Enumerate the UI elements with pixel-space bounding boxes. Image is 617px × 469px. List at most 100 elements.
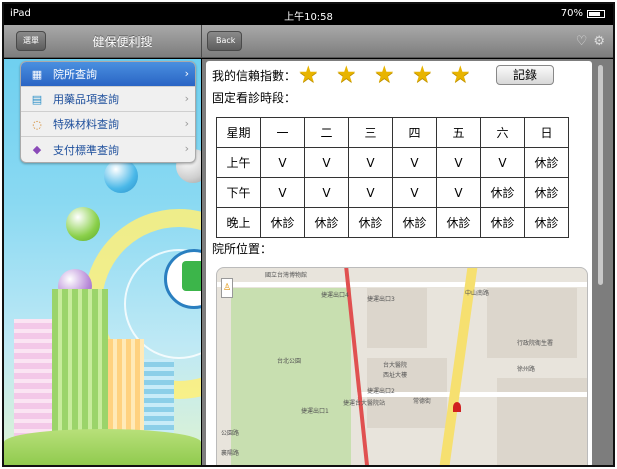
decorative-ball-green (66, 207, 100, 241)
schedule-cell: V (480, 147, 525, 178)
map-label: 中山南路 (465, 290, 490, 297)
schedule-cell: 上午 (216, 147, 261, 178)
schedule-cell: V (304, 147, 349, 178)
schedule-cell: V (436, 177, 481, 208)
building-illustration (108, 339, 144, 439)
schedule-header-cell: 二 (304, 117, 349, 148)
map-label: 襄陽路 (221, 450, 240, 457)
rating-label: 我的信賴指數： (212, 69, 297, 83)
battery-icon (587, 9, 605, 18)
back-button[interactable]: Back (207, 31, 243, 51)
scrollbar[interactable] (598, 65, 603, 285)
gear-icon[interactable]: ⚙ (593, 34, 605, 49)
schedule-cell: V (260, 177, 305, 208)
star-icon[interactable]: ★ (412, 63, 436, 87)
menu-item-payment-search[interactable]: ◆ 支付標準查詢 › (21, 137, 195, 162)
ipad-screen: iPad 上午10:58 70% 選單 健保便利搜 Back ♡ ⚙ ▦ 院所查… (2, 2, 615, 467)
schedule-header-cell: 日 (524, 117, 569, 148)
map-label: 台北公園 (277, 358, 302, 365)
building-illustration (14, 319, 54, 439)
schedule-cell: 休診 (348, 207, 393, 238)
schedule-cell: V (304, 177, 349, 208)
map-label: 常德街 (413, 398, 432, 405)
schedule-cell: V (436, 147, 481, 178)
map-label: 捷運出口3 (367, 296, 395, 303)
building-illustration (144, 359, 174, 439)
chevron-right-icon: › (184, 92, 189, 105)
map-block (487, 288, 577, 358)
schedule-cell: V (348, 147, 393, 178)
schedule-cell: 下午 (216, 177, 261, 208)
rating-stars[interactable]: ★ ★ ★ ★ ★ (298, 63, 474, 87)
schedule-row: 晚上 休診 休診 休診 休診 休診 休診 休診 (216, 207, 569, 238)
map-park-area (231, 288, 351, 465)
schedule-cell: 休診 (480, 207, 525, 238)
status-bar: iPad 上午10:58 70% (4, 4, 613, 25)
star-icon[interactable]: ★ (374, 63, 398, 87)
map-label: 行政院衛生署 (517, 340, 554, 347)
schedule-header-cell: 四 (392, 117, 437, 148)
battery-status: 70% (561, 8, 605, 19)
fixed-hours-label: 固定看診時段： (212, 91, 297, 105)
schedule-cell: 休診 (480, 177, 525, 208)
schedule-header-cell: 五 (436, 117, 481, 148)
heart-icon[interactable]: ♡ (576, 34, 588, 49)
record-button[interactable]: 記錄 (496, 65, 554, 85)
status-time: 上午10:58 (284, 12, 333, 23)
star-icon[interactable]: ★ (336, 63, 360, 87)
schedule-cell: 休診 (524, 207, 569, 238)
schedule-cell: 休診 (436, 207, 481, 238)
schedule-cell: 休診 (524, 177, 569, 208)
schedule-header-cell: 星期 (216, 117, 261, 148)
schedule-table: 星期一二三四五六日上午 V V V V V V 休診 下午 V V V V V 休診 休診 晚上 休診 休診 休診 休診… (216, 117, 569, 238)
map-label: 捷運出口2 (367, 388, 395, 395)
map-label: 台大醫院 (383, 362, 408, 369)
clipboard-icon: ▤ (31, 92, 43, 106)
schedule-header-cell: 三 (348, 117, 393, 148)
map-label: 徐州路 (517, 366, 536, 373)
street-view-pegman-icon[interactable]: ♙ (221, 278, 233, 298)
menu-item-label: 支付標準查詢 (53, 143, 119, 157)
schedule-header-cell: 六 (480, 117, 525, 148)
chevron-right-icon: › (184, 117, 189, 130)
map-label: 捷運出口4 (321, 292, 349, 299)
location-pin-icon[interactable] (453, 402, 461, 412)
map-label: 國立台灣博物館 (265, 272, 308, 279)
menu-item-label: 特殊材料查詢 (53, 118, 119, 131)
menu-item-clinic-search[interactable]: ▦ 院所查詢 › (21, 62, 195, 87)
star-icon[interactable]: ★ (450, 63, 474, 87)
chevron-right-icon: › (184, 142, 189, 155)
schedule-cell: 休診 (392, 207, 437, 238)
menu-item-material-search[interactable]: ◌ 特殊材料查詢 › (21, 112, 195, 137)
map-road (217, 282, 587, 287)
schedule-cell: 休診 (304, 207, 349, 238)
map-label: 捷運出口1 (301, 408, 329, 415)
menu-item-drug-search[interactable]: ▤ 用藥品項查詢 › (21, 87, 195, 112)
schedule-cell: V (392, 147, 437, 178)
schedule-row: 星期一二三四五六日 (216, 117, 569, 148)
chevron-right-icon: › (184, 67, 189, 80)
clinic-map[interactable]: ♙ 國立台灣博物館 捷運出口4 捷運出口3 台北公園 台大醫院 西址大樓 捷運出… (216, 267, 588, 465)
clinic-detail-card: 我的信賴指數： ★ ★ ★ ★ ★ 記錄 固定看診時段： 星期一二三四五六日上午… (206, 61, 592, 465)
decorative-ball-blue (104, 159, 138, 193)
building-illustration (52, 289, 108, 439)
building-icon: ▦ (31, 67, 43, 81)
map-label: 捷運台大醫院站 (343, 400, 386, 407)
location-label: 院所位置： (212, 242, 273, 256)
schedule-cell: V (348, 177, 393, 208)
grass-illustration (4, 429, 201, 465)
left-navbar: 選單 健保便利搜 (4, 25, 201, 58)
hand-coin-icon: ◆ (32, 143, 42, 156)
chat-bubble-icon: ◌ (32, 117, 42, 131)
health-logo-icon (182, 261, 201, 291)
detail-pane: 我的信賴指數： ★ ★ ★ ★ ★ 記錄 固定看診時段： 星期一二三四五六日上午… (202, 59, 613, 465)
star-icon[interactable]: ★ (298, 63, 322, 87)
schedule-cell: V (392, 177, 437, 208)
schedule-cell: V (260, 147, 305, 178)
schedule-row: 下午 V V V V V 休診 休診 (216, 177, 569, 208)
schedule-cell: 休診 (260, 207, 305, 238)
menu-item-label: 院所查詢 (53, 68, 97, 81)
map-label: 西址大樓 (383, 372, 408, 379)
schedule-header-cell: 一 (260, 117, 305, 148)
app-title: 健保便利搜 (92, 35, 153, 49)
